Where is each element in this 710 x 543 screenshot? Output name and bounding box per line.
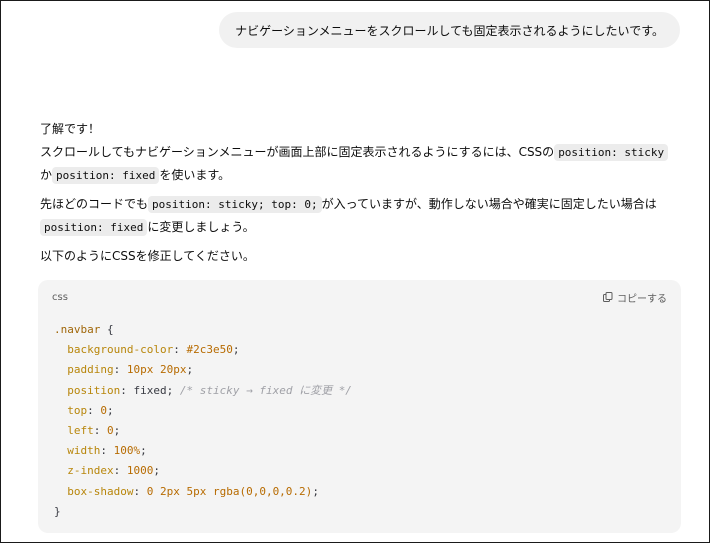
code-property: position: [67, 383, 121, 397]
reply-paragraph-3: 以下のようにCSSを修正してください。: [40, 249, 255, 263]
code-property: z-index: [67, 464, 114, 478]
inline-code: position: fixed: [52, 167, 160, 184]
reply-paragraph-2: 先ほどのコードでも position: sticky; top: 0; が入っていま…: [40, 193, 680, 239]
code-selector: .navbar: [54, 323, 101, 336]
code-property: width: [67, 444, 101, 458]
code-block-header: css コピーする: [52, 287, 667, 307]
reply-text: 先ほどのコードでも: [40, 197, 149, 211]
inline-code: position: sticky; top: 0;: [148, 196, 322, 213]
reply-line-1: 了解です！: [40, 122, 101, 136]
reply-text: に変更しましょう。: [147, 220, 255, 234]
user-message-text: ナビゲーションメニューをスクロールしても固定表示されるようにしたいです。: [235, 23, 664, 38]
code-content: .navbar { background-color: #2c3e50; pad…: [54, 323, 352, 518]
code-brace: {: [106, 323, 114, 336]
code-value: 100%: [113, 444, 141, 458]
code-value: 0: [100, 403, 107, 417]
reply-text: が入っていますが、動作しない場合や確実に固定したい場合は: [321, 197, 657, 211]
code-property: left: [67, 424, 94, 438]
code-value: fixed: [133, 383, 167, 397]
reply-text: スクロールしてもナビゲーションメニューが画面上部に固定表示されるようにするには、…: [40, 145, 555, 159]
code-value: 10px 20px: [126, 363, 187, 377]
code-comment: /* sticky → fixed に変更 */: [179, 383, 352, 397]
code-value: 0: [107, 424, 114, 438]
code-language-label: css: [52, 291, 68, 303]
code-value: #2c3e50: [186, 343, 233, 357]
code-property: box-shadow: [67, 484, 134, 498]
user-message-bubble: ナビゲーションメニューをスクロールしても固定表示されるようにしたいです。: [219, 12, 680, 48]
copy-icon: [603, 292, 613, 302]
code-value: 1000: [126, 464, 154, 478]
reply-line-2: スクロールしてもナビゲーションメニューが画面上部に固定表示されるようにするには、…: [40, 141, 680, 187]
code-block: css コピーする .navbar { background-color: #2…: [38, 280, 681, 533]
code-brace: }: [54, 504, 61, 518]
inline-code: position: sticky: [554, 144, 669, 161]
reply-text: か: [40, 168, 53, 182]
code-value: 0 2px 5px rgba(0,0,0,0.2): [146, 484, 313, 498]
reply-text: を使います。: [159, 168, 231, 182]
code-property: padding: [67, 363, 114, 377]
copy-button[interactable]: コピーする: [603, 290, 667, 305]
copy-button-label: コピーする: [617, 293, 667, 305]
inline-code: position: fixed: [40, 219, 148, 236]
assistant-reply: 了解です！ スクロールしてもナビゲーションメニューが画面上部に固定表示されるよう…: [40, 118, 680, 268]
code-property: background-color: [67, 343, 174, 357]
code-property: top: [67, 403, 88, 417]
